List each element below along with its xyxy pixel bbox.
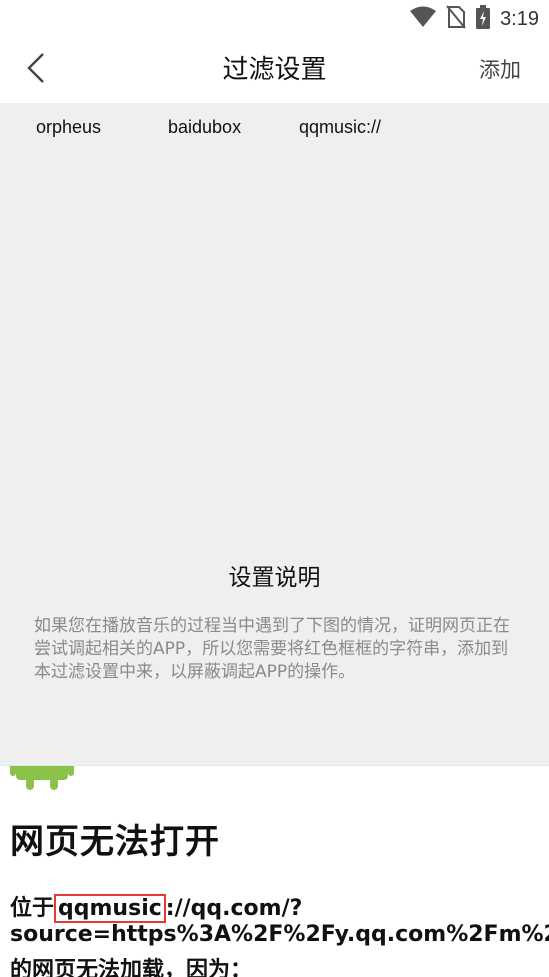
example-error-line: 的网页无法加载，因为： <box>10 958 253 977</box>
filter-item[interactable]: qqmusic:// <box>299 117 381 138</box>
app-bar: 过滤设置 添加 <box>0 38 549 103</box>
filter-item[interactable]: orpheus <box>36 117 101 138</box>
status-icons: 3:19 <box>410 5 539 33</box>
example-url-source: source=https%3A%2F%2Fy.qq.com%2Fm%2Finde <box>10 922 549 947</box>
highlighted-scheme: qqmusic <box>54 894 166 923</box>
filter-item[interactable]: baidubox <box>168 117 241 138</box>
example-url-line: 位于 qqmusic://qq.com/? <box>10 890 303 923</box>
example-heading: 网页无法打开 <box>10 822 220 862</box>
page-title: 过滤设置 <box>222 55 327 85</box>
filter-content: orpheus baidubox qqmusic:// 设置说明 如果您在播放音… <box>0 103 549 765</box>
instructions-title: 设置说明 <box>228 565 321 591</box>
example-prefix: 位于 <box>10 896 55 921</box>
battery-charging-icon <box>476 5 491 33</box>
example-screenshot: 网页无法打开 位于 qqmusic://qq.com/? source=https… <box>0 765 549 977</box>
no-sim-icon <box>446 5 466 33</box>
status-time: 3:19 <box>500 7 539 30</box>
android-logo-icon <box>10 766 74 808</box>
instructions-body: 如果您在播放音乐的过程当中遇到了下图的情况，证明网页正在尝试调起相关的APP，所… <box>34 616 510 682</box>
add-button[interactable]: 添加 <box>479 38 521 103</box>
filter-list: orpheus baidubox qqmusic:// <box>0 117 549 149</box>
wifi-icon <box>410 6 437 32</box>
status-bar: 3:19 <box>0 0 549 38</box>
example-url-rest: ://qq.com/? <box>165 896 303 921</box>
